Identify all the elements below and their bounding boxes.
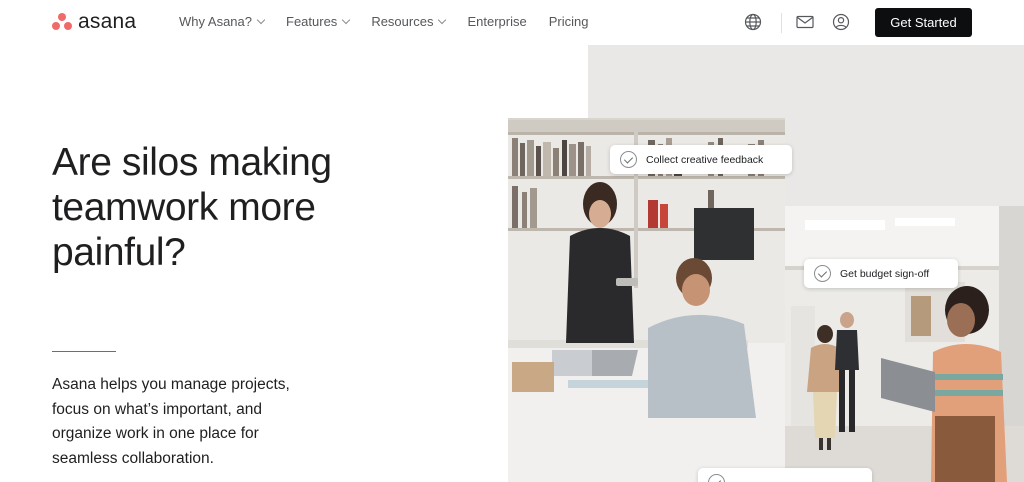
check-circle-icon[interactable] [620,151,637,168]
mail-icon[interactable] [795,12,815,32]
task-chip-label: Get budget sign-off [840,267,930,280]
nav-item-label: Pricing [548,14,589,29]
chevron-down-icon [438,15,447,25]
chevron-down-icon [256,15,266,25]
nav-item-pricing[interactable]: Pricing [549,14,589,29]
nav-item-label: Why Asana? [179,14,252,29]
asana-logo[interactable]: asana [52,10,137,33]
nav-item-enterprise[interactable]: Enterprise [467,14,526,29]
nav-item-why-asana[interactable]: Why Asana? [179,14,266,29]
nav-item-label: Enterprise [467,14,527,29]
task-chip-partial[interactable] [698,468,872,482]
get-started-button[interactable]: Get Started [875,8,972,37]
hero-divider [52,351,116,352]
check-circle-icon[interactable] [708,474,725,482]
chevron-down-icon [342,15,351,25]
hero-description: Asana helps you manage projects, focus o… [52,376,290,467]
nav-item-features[interactable]: Features [286,14,351,29]
asana-logo-icon [52,13,72,31]
nav-divider [781,13,782,33]
task-chip-collect-feedback[interactable]: Collect creative feedback [610,145,792,174]
task-chip-budget-signoff[interactable]: Get budget sign-off [804,259,958,288]
main-menu: Why Asana? Features Resources Enterprise… [179,14,610,29]
logo-wordmark: asana [78,10,137,33]
hero-headline: Are silos making teamwork more painful? [52,141,332,274]
check-circle-icon[interactable] [814,265,831,282]
task-chip-label: Collect creative feedback [646,153,764,166]
top-nav: asana Why Asana? Features Resources Ente… [0,0,1024,45]
hero-photo-studio [785,206,1024,482]
user-icon[interactable] [831,12,851,32]
nav-item-label: Features [286,14,338,29]
globe-icon[interactable] [743,12,763,32]
nav-item-label: Resources [371,14,434,29]
nav-item-resources[interactable]: Resources [371,14,447,29]
